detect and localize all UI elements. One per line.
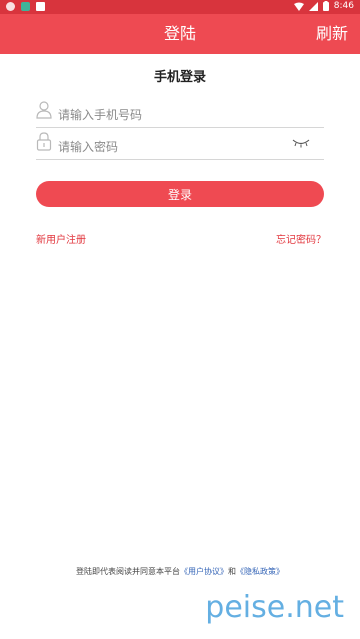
status-time: 8:46 — [333, 1, 354, 11]
phone-input[interactable] — [58, 104, 298, 126]
page-title: 登陆 — [163, 24, 196, 43]
download-notification-icon — [36, 2, 45, 11]
user-agreement-link[interactable]: 《用户协议》 — [180, 567, 228, 576]
agreement-and: 和 — [228, 567, 236, 576]
status-bar: 8:46 — [0, 0, 360, 14]
register-link[interactable]: 新用户注册 — [36, 231, 86, 246]
forgot-password-link[interactable]: 忘记密码？ — [276, 231, 326, 246]
eye-closed-icon[interactable] — [292, 138, 310, 148]
login-button[interactable]: 登录 — [36, 181, 324, 207]
agreement-text: 登陆即代表阅读并同意本平台《用户协议》和《隐私政策》 — [0, 566, 360, 577]
agreement-prefix: 登陆即代表阅读并同意本平台 — [76, 567, 180, 576]
user-icon — [36, 101, 52, 119]
battery-icon — [322, 1, 329, 11]
app-notification-icon — [21, 2, 30, 11]
password-input[interactable] — [58, 136, 298, 158]
phone-field — [36, 100, 324, 128]
watermark: peise.net — [205, 590, 344, 625]
refresh-button[interactable]: 刷新 — [316, 14, 348, 54]
signal-icon — [308, 1, 318, 11]
lock-icon — [36, 132, 52, 151]
notification-icon — [6, 2, 15, 11]
form-heading: 手机登录 — [153, 70, 206, 85]
wifi-icon — [293, 2, 304, 11]
privacy-policy-link[interactable]: 《隐私政策》 — [236, 567, 284, 576]
app-bar: 登陆 刷新 — [0, 14, 360, 54]
password-field — [36, 132, 324, 160]
